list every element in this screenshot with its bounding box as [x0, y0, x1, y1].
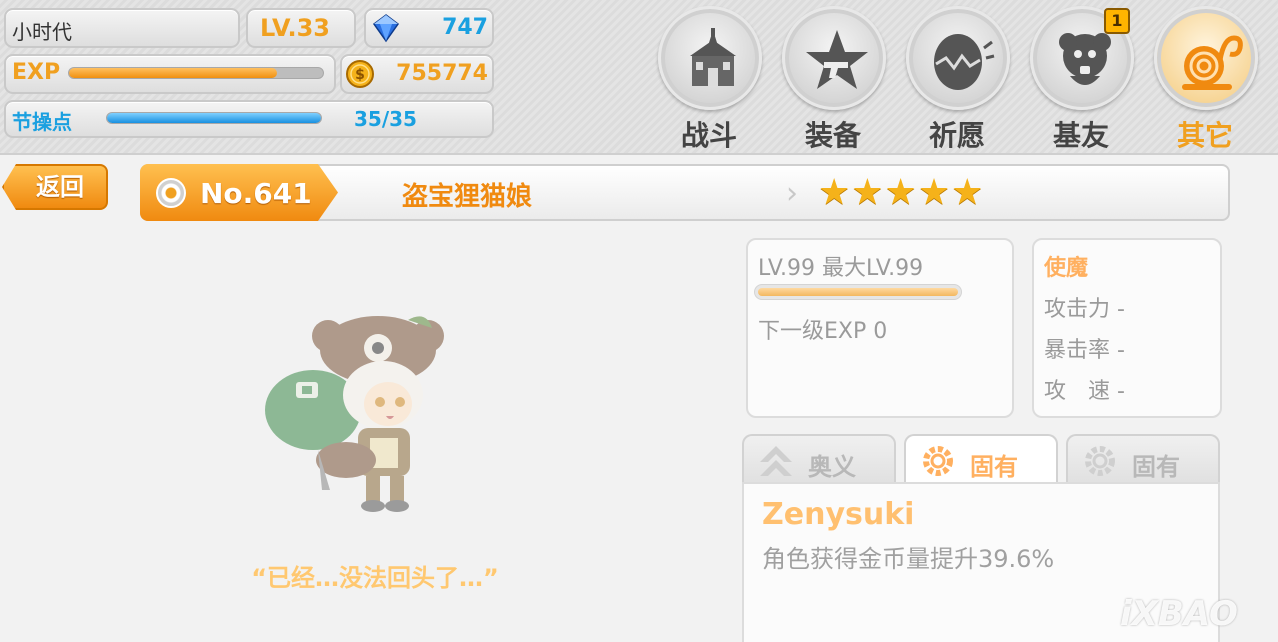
nav-equipment-label: 装备	[804, 119, 861, 152]
back-button[interactable]: 返回	[2, 164, 108, 210]
stamina-value: 35/35	[354, 107, 417, 131]
gem-icon	[372, 14, 400, 43]
player-level: LV.33	[260, 14, 330, 42]
skill-name: Zenysuki	[762, 497, 915, 532]
rarity-stars: ★★★★★	[818, 172, 985, 213]
familiar-title: 使魔	[1044, 256, 1089, 281]
level-progress-bar	[754, 284, 962, 300]
coin-icon: $	[346, 60, 374, 88]
crit-stat: 暴击率 -	[1044, 338, 1125, 363]
tab-innate-1-label: 固有	[970, 453, 1018, 481]
exp-bar-fill	[69, 68, 278, 78]
nav-others-label: 其它	[1176, 119, 1233, 152]
nav-wish-circle	[906, 6, 1010, 110]
nav-battle-circle	[658, 6, 762, 110]
nav-friends-label: 基友	[1052, 119, 1109, 152]
coin-count: 755774	[396, 61, 488, 86]
speed-stat: 攻 速 -	[1044, 379, 1125, 404]
tab-innate-2[interactable]: 固有	[1066, 434, 1220, 484]
friend-mascot-icon	[1059, 33, 1111, 85]
chevron-right-icon: ›	[786, 176, 798, 211]
stamina-bar-fill	[107, 113, 321, 123]
nav-friends[interactable]: 1 基友	[1026, 6, 1136, 154]
tab-ultimate-label: 奥义	[808, 453, 856, 481]
skill-description: 角色获得金币量提升39.6%	[762, 545, 1055, 573]
tab-innate-2-label: 固有	[1132, 453, 1180, 481]
attack-stat: 攻击力 -	[1044, 297, 1125, 322]
tab-innate-1[interactable]: 固有	[904, 434, 1058, 484]
gear-icon	[923, 446, 953, 476]
tab-ultimate[interactable]: 奥义	[742, 434, 896, 484]
nav-others-circle	[1154, 6, 1258, 110]
level-progress-fill	[758, 288, 958, 296]
gem-count: 747	[442, 15, 488, 40]
number-badge-icon	[156, 178, 186, 208]
stamina-bar	[106, 112, 322, 124]
character-number: No.641	[200, 177, 312, 210]
level-text: LV.99 最大LV.99	[758, 256, 924, 281]
chevron-up-icon	[760, 446, 792, 476]
svg-text:$: $	[355, 67, 365, 83]
star-gun-icon	[806, 30, 868, 89]
watermark-logo: iXBAO	[1120, 594, 1238, 634]
nav-wish[interactable]: 祈愿	[902, 6, 1012, 154]
next-level-exp: 下一级EXP 0	[758, 319, 888, 344]
nav-battle-label: 战斗	[680, 119, 737, 152]
friends-notification-badge: 1	[1104, 8, 1130, 34]
character-quote: “已经…没法回头了…”	[251, 564, 499, 592]
gear-icon	[1085, 446, 1115, 476]
player-name: 小时代	[12, 20, 72, 44]
nav-equipment[interactable]: 装备	[778, 6, 888, 154]
stamina-label: 节操点	[12, 110, 72, 134]
character-portrait	[265, 316, 444, 512]
nav-equipment-circle	[782, 6, 886, 110]
egg-icon	[934, 34, 995, 90]
nav-wish-label: 祈愿	[928, 119, 985, 152]
exp-bar	[68, 67, 324, 79]
snail-icon	[1182, 35, 1243, 90]
nav-others[interactable]: 其它	[1150, 6, 1260, 154]
exp-label: EXP	[12, 60, 61, 85]
nav-battle[interactable]: 战斗	[654, 6, 764, 154]
castle-icon	[690, 28, 736, 86]
character-name: 盗宝狸猫娘	[402, 182, 533, 212]
